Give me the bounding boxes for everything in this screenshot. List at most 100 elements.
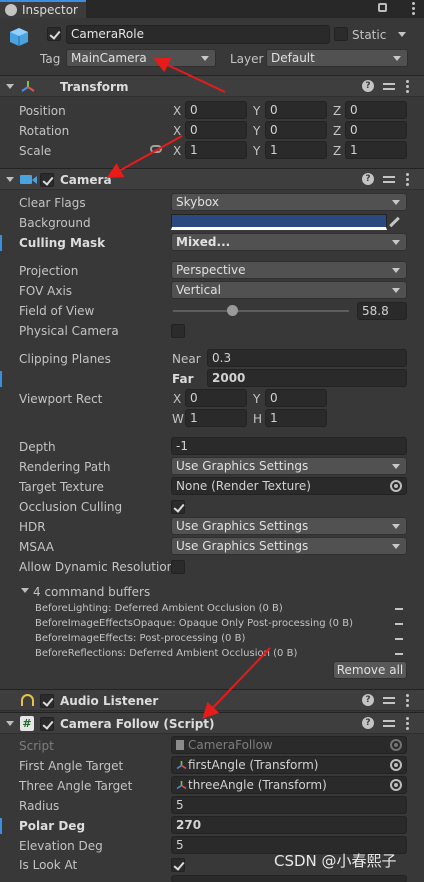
position-z-field[interactable]: 0 [345,101,407,119]
gameobject-active-checkbox[interactable] [47,27,61,41]
x-axis-label[interactable]: X [173,103,181,119]
eyedropper-icon[interactable] [389,216,400,228]
tab-inspector[interactable]: Inspector [0,0,86,18]
remove-buffer-icon[interactable] [395,638,403,640]
viewport-w-field[interactable]: 1 [185,409,247,427]
tag-dropdown[interactable]: MainCamera [66,49,216,67]
near-label[interactable]: Near [172,351,201,367]
first-angle-field[interactable]: firstAngle (Transform) [171,756,407,774]
fov-slider-track[interactable] [173,310,349,312]
polar-deg-field[interactable]: 270 [171,816,407,834]
three-angle-field[interactable]: threeAngle (Transform) [171,776,407,794]
y-axis-label[interactable]: Y [253,123,260,139]
scale-y-field[interactable]: 1 [265,141,327,159]
radius-field[interactable]: 5 [171,796,407,814]
transform-header[interactable]: Transform ? [0,75,424,97]
presets-icon[interactable] [383,718,395,730]
camera-enabled-checkbox[interactable] [40,173,54,187]
object-picker-icon[interactable] [390,779,402,791]
presets-icon[interactable] [383,695,395,707]
help-icon[interactable]: ? [362,80,374,92]
component-menu-icon[interactable] [406,173,409,187]
near-field[interactable]: 0.3 [207,349,407,367]
remove-buffer-icon[interactable] [395,623,403,625]
camera-follow-header[interactable]: # Camera Follow (Script) ? [0,712,424,734]
layer-dropdown[interactable]: Default [266,49,408,67]
presets-icon[interactable] [383,174,395,186]
occlusion-culling-checkbox[interactable] [171,500,185,514]
z-axis-label[interactable]: Z [333,123,341,139]
component-menu-icon[interactable] [406,694,409,708]
dynamic-resolution-checkbox[interactable] [171,560,185,574]
camera-header[interactable]: Camera ? [0,168,424,190]
x-axis-label[interactable]: X [173,123,181,139]
msaa-dropdown[interactable]: Use Graphics Settings [171,537,407,555]
depth-field[interactable]: -1 [171,437,407,455]
clear-flags-dropdown[interactable]: Skybox [171,193,407,211]
z-axis-label[interactable]: Z [333,103,341,119]
hdr-dropdown[interactable]: Use Graphics Settings [171,517,407,535]
far-field[interactable]: 2000 [207,369,407,387]
far-label[interactable]: Far [172,371,194,387]
viewport-h-label[interactable]: H [253,411,262,427]
position-y-field[interactable]: 0 [265,101,327,119]
tab-menu-icon[interactable] [412,2,415,16]
x-axis-label[interactable]: X [173,143,181,159]
z-axis-label[interactable]: Z [333,143,341,159]
script-icon: # [20,716,34,731]
object-picker-icon[interactable] [390,480,402,492]
projection-dropdown[interactable]: Perspective [171,261,407,279]
command-buffers-label: 4 command buffers [33,585,151,599]
rotation-z-field[interactable]: 0 [345,121,407,139]
command-buffers-foldout[interactable]: 4 command buffers [0,582,424,602]
camera-follow-enabled-checkbox[interactable] [40,717,54,731]
component-menu-icon[interactable] [406,80,409,94]
constrain-proportions-icon[interactable] [150,145,162,153]
physical-camera-checkbox[interactable] [171,324,185,338]
help-icon[interactable]: ? [362,717,374,729]
audio-listener-header[interactable]: Audio Listener ? [0,689,424,711]
background-color-field[interactable] [171,214,387,230]
foldout-arrow-icon[interactable] [6,721,14,726]
scale-x-field[interactable]: 1 [185,141,247,159]
first-angle-value: firstAngle (Transform) [188,758,319,772]
gameobject-name-field[interactable]: CameraRole [66,25,330,44]
help-icon[interactable]: ? [362,694,374,706]
next-field[interactable] [171,875,407,882]
foldout-arrow-icon[interactable] [21,588,29,593]
viewport-h-field[interactable]: 1 [265,409,327,427]
help-icon[interactable]: ? [362,173,374,185]
rotation-y-field[interactable]: 0 [265,121,327,139]
scale-z-field[interactable]: 1 [345,141,407,159]
lock-icon[interactable] [378,3,387,12]
viewport-y-label[interactable]: Y [253,391,260,407]
culling-mask-dropdown[interactable]: Mixed... [171,233,407,251]
viewport-x-field[interactable]: 0 [185,389,247,407]
fov-slider-handle[interactable] [227,305,238,316]
is-look-at-checkbox[interactable] [171,858,185,872]
viewport-x-label[interactable]: X [173,391,181,407]
object-picker-icon[interactable] [390,759,402,771]
component-menu-icon[interactable] [406,717,409,731]
remove-buffer-icon[interactable] [395,653,403,655]
rotation-x-field[interactable]: 0 [185,121,247,139]
remove-all-button[interactable]: Remove all [333,661,407,679]
remove-buffer-icon[interactable] [395,608,403,610]
target-texture-field[interactable]: None (Render Texture) [171,477,407,495]
foldout-arrow-icon[interactable] [6,177,14,182]
static-dropdown-icon[interactable] [398,32,406,37]
audio-listener-enabled-checkbox[interactable] [40,694,54,708]
position-x-field[interactable]: 0 [185,101,247,119]
fov-axis-label: FOV Axis [19,284,73,298]
depth-label: Depth [19,440,56,454]
static-checkbox[interactable] [334,27,348,41]
foldout-arrow-icon[interactable] [6,84,14,89]
y-axis-label[interactable]: Y [253,143,260,159]
rendering-path-dropdown[interactable]: Use Graphics Settings [171,457,407,475]
y-axis-label[interactable]: Y [253,103,260,119]
presets-icon[interactable] [383,81,395,93]
field-of-view-field[interactable]: 58.8 [357,302,407,320]
viewport-y-field[interactable]: 0 [265,389,327,407]
fov-axis-dropdown[interactable]: Vertical [171,281,407,299]
viewport-w-label[interactable]: W [172,411,184,427]
